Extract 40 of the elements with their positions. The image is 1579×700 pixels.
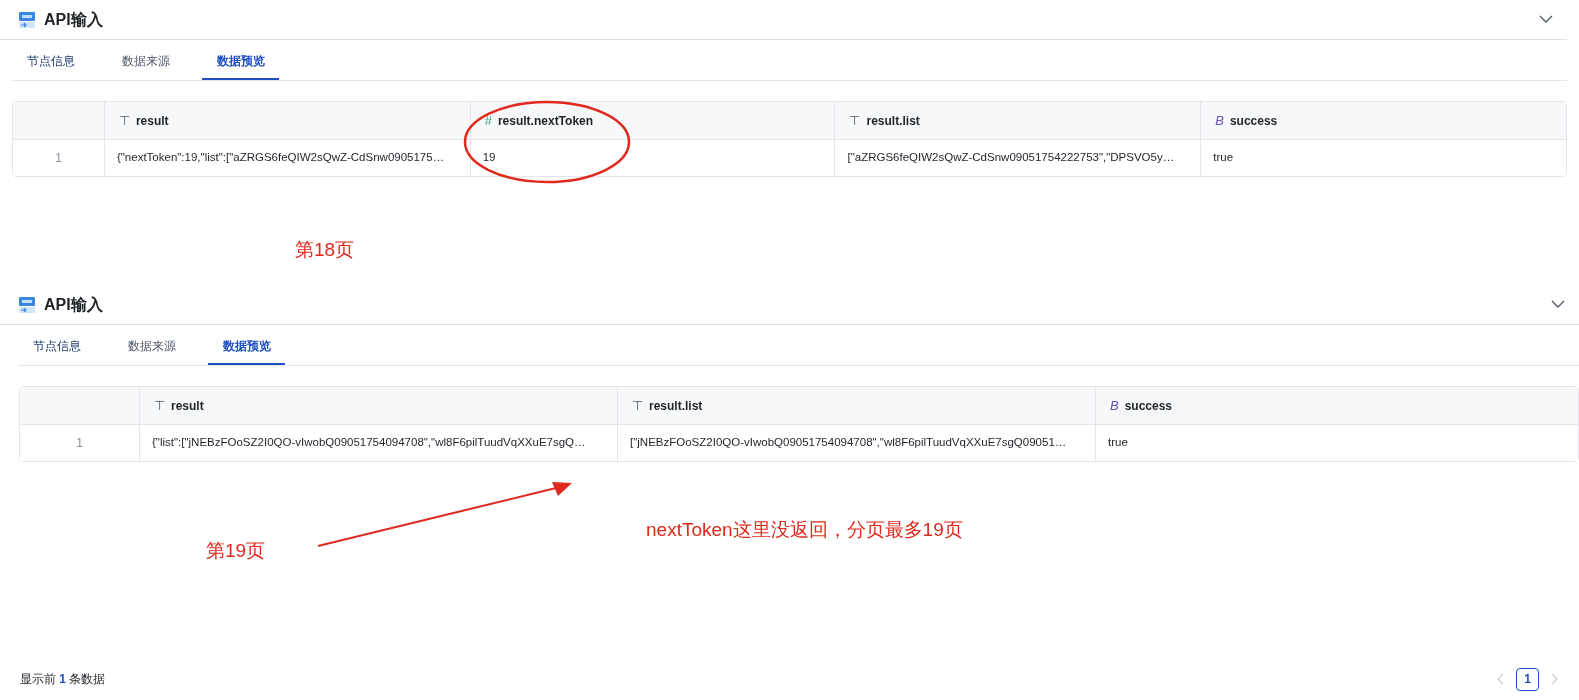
column-label: result.list [649, 397, 703, 415]
column-label: success [1229, 112, 1278, 130]
tab[interactable]: 数据来源 [107, 44, 184, 80]
column-label: success [1124, 397, 1173, 415]
panel-title: API输入 [44, 294, 103, 315]
annotation-text: 第18页 [295, 238, 355, 262]
tab[interactable]: 数据预览 [208, 329, 285, 365]
tab[interactable]: 数据来源 [113, 329, 190, 365]
type-icon: # [484, 110, 492, 131]
tab[interactable]: 数据预览 [202, 44, 279, 80]
annotation-text: 第19页 [206, 539, 266, 563]
tab[interactable]: 节点信息 [12, 44, 89, 80]
api-icon [18, 10, 36, 29]
chevron-down-icon[interactable] [1551, 300, 1565, 309]
tab[interactable]: 节点信息 [18, 329, 95, 365]
table-cell: ["jNEBzFOoSZ2I0QO-vIwobQ09051754094708","wl8F6pilTuudVqXXuE7sgQ09051… [618, 425, 1096, 461]
column-label: result.nextToken [497, 112, 594, 130]
row-number: 1 [13, 140, 105, 176]
table-cell: 19 [470, 140, 836, 176]
row-number: 1 [20, 425, 140, 461]
table-cell-text: true [1107, 435, 1129, 451]
type-icon: B [1110, 395, 1119, 416]
annotation-text: nextToken这里没返回，分页最多19页 [646, 518, 963, 542]
type-icon: ⊤ [154, 395, 165, 416]
column-label: result [171, 397, 204, 415]
api-icon [18, 295, 36, 314]
footer-text: 显示前 1 条数据 [20, 671, 106, 688]
table-cell: {"list":["jNEBzFOoSZ2I0QO-vIwobQ09051754094708","wl8F6pilTuudVqXXuE7sgQ… [140, 425, 618, 461]
type-icon: B [1215, 110, 1224, 131]
column-label: result.list [866, 112, 920, 130]
table-cell: ["aZRGS6feQIW2sQwZ-CdSnw09051754222753","DPSVO5y… [835, 140, 1202, 176]
type-icon: ⊤ [632, 395, 643, 416]
table-cell: {"nextToken":19,"list":["aZRGS6feQIW2sQwZ-CdSnw0905175… [104, 140, 471, 176]
column-label: result [135, 112, 169, 130]
type-icon: ⊤ [118, 110, 130, 131]
table-cell-text: true [1212, 150, 1235, 166]
page-button[interactable]: 1 [1516, 667, 1539, 691]
type-icon: ⊤ [849, 110, 861, 131]
chevron-down-icon[interactable] [1539, 15, 1553, 24]
panel-title: API输入 [44, 9, 103, 30]
